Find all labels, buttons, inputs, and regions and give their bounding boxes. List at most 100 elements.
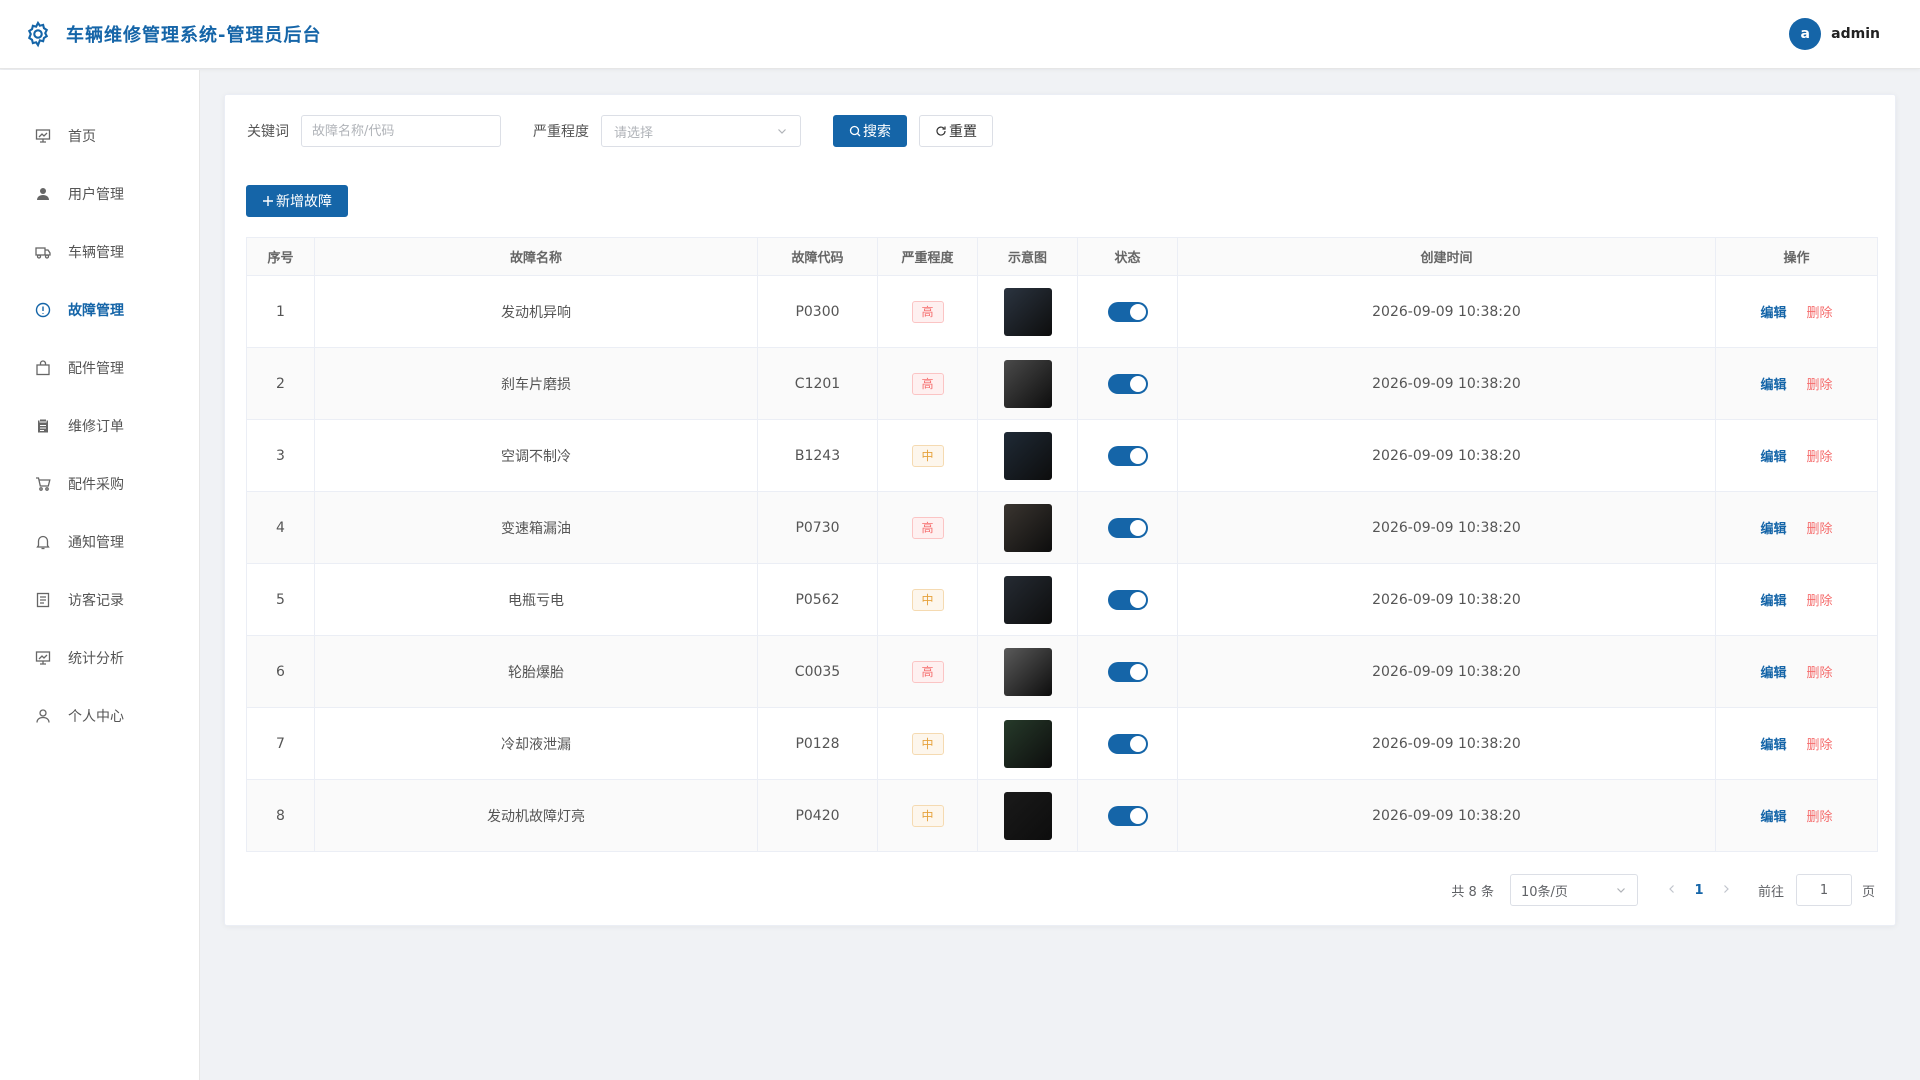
toggle-knob [1129, 303, 1146, 320]
sidebar-item-vehicles[interactable]: 车辆管理 [0, 232, 199, 272]
edit-button[interactable]: 编辑 [1760, 666, 1786, 681]
next-page-button[interactable] [1714, 883, 1738, 898]
delete-button[interactable]: 删除 [1807, 810, 1833, 825]
goto-page-input[interactable] [1795, 874, 1852, 906]
sidebar-item-statistics[interactable]: 统计分析 [0, 638, 199, 678]
sidebar-item-label: 首页 [68, 129, 96, 145]
delete-button[interactable]: 删除 [1807, 450, 1833, 465]
cell-thumbnail [977, 347, 1078, 420]
cell-fault-name: 变速箱漏油 [314, 491, 758, 564]
sidebar-item-profile[interactable]: 个人中心 [0, 696, 199, 736]
edit-button[interactable]: 编辑 [1760, 378, 1786, 393]
reset-button[interactable]: 重置 [919, 115, 993, 147]
fault-thumbnail[interactable] [1003, 647, 1052, 696]
user-icon [34, 185, 52, 203]
avatar[interactable]: a [1789, 18, 1822, 50]
cell-fault-code: P0420 [757, 779, 878, 852]
sidebar-item-procurement[interactable]: 配件采购 [0, 464, 199, 504]
toggle-knob [1129, 735, 1146, 752]
status-toggle[interactable] [1107, 661, 1148, 682]
chevron-right-icon [1724, 884, 1729, 893]
status-toggle[interactable] [1107, 301, 1148, 322]
prev-page-button[interactable] [1660, 883, 1684, 898]
sidebar-item-faults[interactable]: 故障管理 [0, 290, 199, 330]
cell-severity: 高 [877, 347, 978, 420]
table-row: 5 电瓶亏电 P0562 中 2026-09-09 10:38:20 编辑 删除 [246, 563, 1878, 636]
plus-icon [263, 196, 273, 206]
severity-select-placeholder: 请选择 [614, 125, 654, 141]
bell-icon [34, 533, 52, 551]
page-size-select[interactable]: 10条/页 [1509, 874, 1638, 906]
fault-thumbnail[interactable] [1003, 431, 1052, 480]
status-toggle[interactable] [1107, 373, 1148, 394]
status-toggle[interactable] [1107, 517, 1148, 538]
delete-button[interactable]: 删除 [1807, 306, 1833, 321]
search-button[interactable]: 搜索 [833, 115, 907, 147]
fault-thumbnail[interactable] [1003, 287, 1052, 336]
cell-status [1077, 563, 1178, 636]
status-toggle[interactable] [1107, 445, 1148, 466]
sidebar-item-label: 个人中心 [68, 709, 124, 725]
edit-button[interactable]: 编辑 [1760, 522, 1786, 537]
cell-fault-code: P0562 [757, 563, 878, 636]
cell-fault-code: C0035 [757, 635, 878, 708]
cell-actions: 编辑 删除 [1715, 563, 1878, 636]
cell-severity: 高 [877, 491, 978, 564]
delete-button[interactable]: 删除 [1807, 522, 1833, 537]
cell-fault-name: 电瓶亏电 [314, 563, 758, 636]
filter-bar: 关键词 严重程度 请选择 搜索 重置 [247, 115, 993, 147]
cart-icon [34, 475, 52, 493]
fault-thumbnail[interactable] [1003, 503, 1052, 552]
edit-button[interactable]: 编辑 [1760, 810, 1786, 825]
cell-severity: 中 [877, 707, 978, 780]
cell-fault-code: P0730 [757, 491, 878, 564]
fault-management-panel: 关键词 严重程度 请选择 搜索 重置 新增故障 序号 故障名称 故障代码 [224, 94, 1896, 926]
edit-button[interactable]: 编辑 [1760, 594, 1786, 609]
username[interactable]: admin [1831, 26, 1880, 42]
status-toggle[interactable] [1107, 589, 1148, 610]
cell-created-time: 2026-09-09 10:38:20 [1177, 491, 1716, 564]
cell-index: 2 [246, 347, 315, 420]
add-fault-button-label: 新增故障 [276, 194, 332, 210]
fault-thumbnail[interactable] [1003, 359, 1052, 408]
sidebar-item-home[interactable]: 首页 [0, 116, 199, 156]
table-row: 3 空调不制冷 B1243 中 2026-09-09 10:38:20 编辑 删除 [246, 419, 1878, 492]
sidebar-item-users[interactable]: 用户管理 [0, 174, 199, 214]
fault-thumbnail[interactable] [1003, 791, 1052, 840]
sidebar-item-label: 车辆管理 [68, 245, 124, 261]
person-icon [34, 707, 52, 725]
table-body: 1 发动机异响 P0300 高 2026-09-09 10:38:20 编辑 删除 2 刹车片磨… [246, 275, 1878, 852]
severity-tag: 高 [911, 300, 944, 323]
delete-button[interactable]: 删除 [1807, 378, 1833, 393]
gear-icon [27, 20, 49, 48]
page-number-current[interactable]: 1 [1684, 883, 1714, 898]
sidebar-item-parts[interactable]: 配件管理 [0, 348, 199, 388]
delete-button[interactable]: 删除 [1807, 594, 1833, 609]
sidebar-item-orders[interactable]: 维修订单 [0, 406, 199, 446]
delete-button[interactable]: 删除 [1807, 666, 1833, 681]
edit-button[interactable]: 编辑 [1760, 306, 1786, 321]
cell-index: 6 [246, 635, 315, 708]
clipboard-icon [34, 417, 52, 435]
add-fault-button[interactable]: 新增故障 [246, 185, 348, 217]
status-toggle[interactable] [1107, 733, 1148, 754]
edit-button[interactable]: 编辑 [1760, 450, 1786, 465]
user-menu[interactable]: a admin [1789, 18, 1880, 50]
table-header-row: 序号 故障名称 故障代码 严重程度 示意图 状态 创建时间 操作 [246, 237, 1878, 276]
sidebar-item-notifications[interactable]: 通知管理 [0, 522, 199, 562]
fault-thumbnail[interactable] [1003, 575, 1052, 624]
fault-table: 序号 故障名称 故障代码 严重程度 示意图 状态 创建时间 操作 1 发动机异响 P… [246, 237, 1878, 852]
status-toggle[interactable] [1107, 805, 1148, 826]
search-button-label: 搜索 [863, 124, 891, 140]
cell-created-time: 2026-09-09 10:38:20 [1177, 563, 1716, 636]
sidebar-item-visitors[interactable]: 访客记录 [0, 580, 199, 620]
keyword-input[interactable] [301, 115, 501, 147]
cell-status [1077, 491, 1178, 564]
edit-button[interactable]: 编辑 [1760, 738, 1786, 753]
table-row: 8 发动机故障灯亮 P0420 中 2026-09-09 10:38:20 编辑 删除 [246, 779, 1878, 852]
severity-select[interactable]: 请选择 [601, 115, 801, 147]
fault-thumbnail[interactable] [1003, 719, 1052, 768]
sidebar-item-label: 维修订单 [68, 419, 124, 435]
delete-button[interactable]: 删除 [1807, 738, 1833, 753]
cell-fault-name: 冷却液泄漏 [314, 707, 758, 780]
